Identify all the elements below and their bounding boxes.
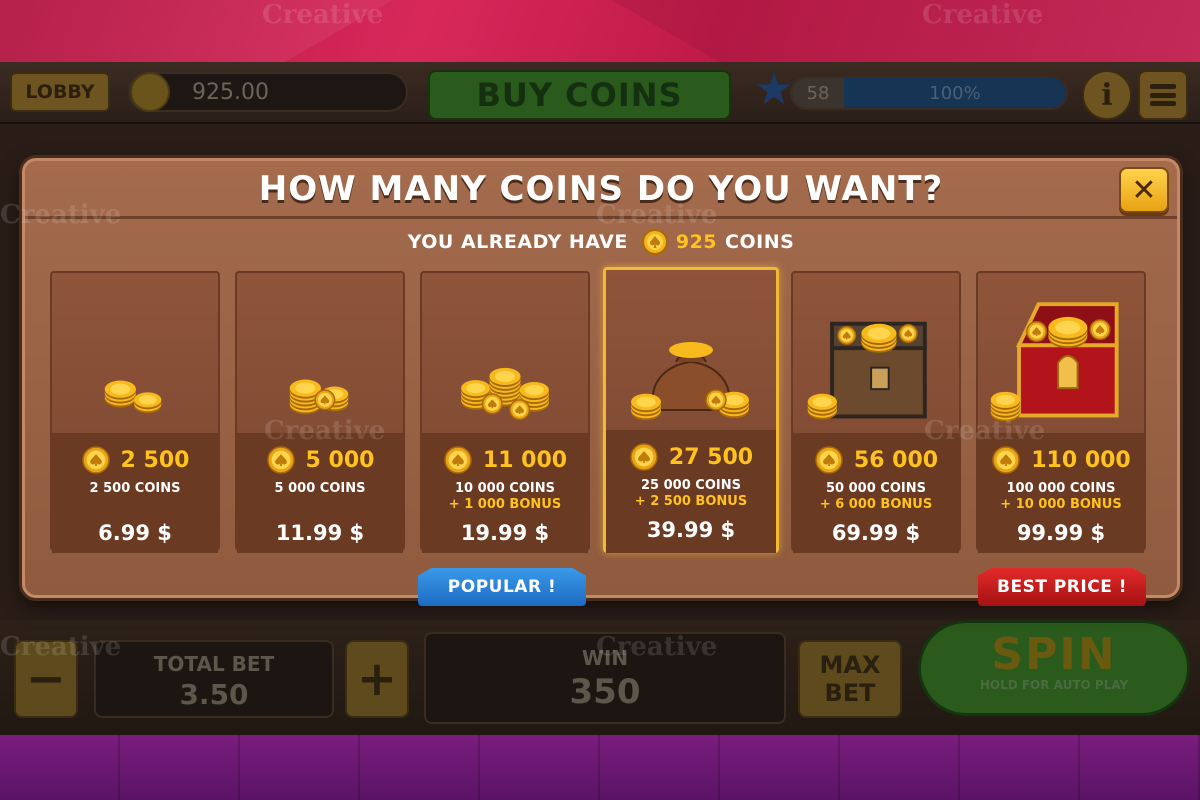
increase-bet-button[interactable]: + xyxy=(345,640,409,718)
coin-pack-1[interactable]: 2 500 2 500 COINS 6.99 $ xyxy=(50,271,220,553)
hamburger-icon-line xyxy=(1150,84,1176,89)
pack-bonus: + 6 000 BONUS xyxy=(819,497,933,512)
pack-coins: 10 000 COINS xyxy=(455,481,555,496)
balance-prefix: YOU ALREADY HAVE xyxy=(407,231,628,253)
pack-amount: 110 000 xyxy=(1031,447,1131,473)
coins-small-icon xyxy=(104,380,162,414)
pack-amount: 56 000 xyxy=(853,447,939,473)
pack-info: 56 000 50 000 COINS + 6 000 BONUS 69.99 … xyxy=(793,433,959,553)
pack-coins: 5 000 COINS xyxy=(274,481,366,496)
info-button[interactable]: i xyxy=(1082,70,1132,120)
pack-total: 110 000 xyxy=(978,445,1144,475)
dialog-title: HOW MANY COINS DO YOU WANT? xyxy=(258,169,944,209)
pack-coins: 25 000 COINS xyxy=(641,478,741,493)
max-bet-label-line2: BET xyxy=(824,679,876,707)
best-price-badge: BEST PRICE ! xyxy=(978,568,1146,606)
coin-icon xyxy=(81,446,110,474)
pack-coins: 50 000 COINS xyxy=(826,481,926,496)
pack-price: 69.99 $ xyxy=(831,521,921,545)
coin-icon xyxy=(630,443,658,471)
wooden-chest-icon xyxy=(807,321,927,420)
coin-icon xyxy=(992,446,1020,474)
hamburger-icon-line xyxy=(1150,92,1176,98)
pack-coins: 2 500 COINS xyxy=(89,481,181,496)
coin-pack-6[interactable]: 110 000 100 000 COINS + 10 000 BONUS 99.… xyxy=(976,271,1146,553)
pack-info: 110 000 100 000 COINS + 10 000 BONUS 99.… xyxy=(978,433,1144,553)
coins-pile-icon xyxy=(461,367,549,421)
background-top xyxy=(0,0,1200,62)
win-label: WIN xyxy=(581,646,629,670)
pack-info: 5 000 5 000 COINS 11.99 $ xyxy=(237,433,403,553)
pack-amount: 2 500 xyxy=(120,447,190,473)
background-floor xyxy=(0,735,1200,800)
pack-total: 27 500 xyxy=(606,442,776,472)
pack-coins: 100 000 COINS xyxy=(1006,481,1116,496)
pack-price: 19.99 $ xyxy=(460,521,550,545)
total-bet-display: TOTAL BET 3.50 xyxy=(94,640,334,718)
pack-price: 39.99 $ xyxy=(646,518,736,542)
level-progress-bar: 58 100% xyxy=(790,76,1068,110)
coin-icon xyxy=(130,72,170,112)
coin-bag-icon xyxy=(631,342,749,421)
spin-label: SPIN xyxy=(991,629,1117,680)
level-progress-label: 100% xyxy=(929,82,981,104)
max-bet-label-line1: MAX xyxy=(819,651,881,679)
buy-coins-button[interactable]: BUY COINS xyxy=(428,70,731,120)
pack-total: 56 000 xyxy=(793,445,959,475)
pack-info: 11 000 10 000 COINS + 1 000 BONUS 19.99 … xyxy=(422,433,588,553)
pack-price: 6.99 $ xyxy=(98,521,172,545)
pack-total: 2 500 xyxy=(52,445,218,475)
level-number: 58 xyxy=(792,78,844,108)
balance-value: 925.00 xyxy=(192,79,269,105)
coin-pack-2[interactable]: 5 000 5 000 COINS 11.99 $ xyxy=(235,271,405,553)
coin-icon xyxy=(444,446,472,474)
dialog-header: HOW MANY COINS DO YOU WANT? ✕ xyxy=(25,161,1177,219)
pack-amount: 11 000 xyxy=(482,447,568,473)
total-bet-label: TOTAL BET xyxy=(153,652,275,676)
pack-bonus: + 2 500 BONUS xyxy=(634,494,748,509)
pack-price: 99.99 $ xyxy=(1016,521,1106,545)
close-button[interactable]: ✕ xyxy=(1119,167,1169,213)
pack-amount: 27 500 xyxy=(668,444,754,470)
coin-pack-5[interactable]: 56 000 50 000 COINS + 6 000 BONUS 69.99 … xyxy=(791,271,961,553)
coin-packs: 2 500 2 500 COINS 6.99 $ 5 000 5 000 COI… xyxy=(50,267,1150,553)
coin-icon xyxy=(815,446,843,474)
buy-coins-dialog: HOW MANY COINS DO YOU WANT? ✕ YOU ALREAD… xyxy=(22,158,1180,598)
pack-info: 27 500 25 000 COINS + 2 500 BONUS 39.99 … xyxy=(606,430,776,553)
pack-bonus: + 1 000 BONUS xyxy=(448,497,562,512)
menu-button[interactable] xyxy=(1138,70,1188,120)
hamburger-icon-line xyxy=(1150,101,1176,106)
spin-button[interactable]: SPIN HOLD FOR AUTO PLAY xyxy=(918,620,1190,716)
balance-amount: 925 xyxy=(675,231,718,253)
total-bet-value: 3.50 xyxy=(179,678,249,711)
max-bet-button[interactable]: MAX BET xyxy=(798,640,902,718)
coins-stack-icon xyxy=(289,379,349,415)
popular-badge: POPULAR ! xyxy=(418,568,586,606)
balance-suffix: COINS xyxy=(725,231,795,253)
coin-icon xyxy=(266,446,295,474)
balance-display: 925.00 xyxy=(128,72,408,112)
coin-pack-3[interactable]: 11 000 10 000 COINS + 1 000 BONUS 19.99 … xyxy=(420,271,590,553)
pack-info: 2 500 2 500 COINS 6.99 $ xyxy=(52,433,218,553)
spin-hint: HOLD FOR AUTO PLAY xyxy=(979,678,1129,692)
pack-total: 5 000 xyxy=(237,445,403,475)
pack-total: 11 000 xyxy=(422,445,588,475)
lobby-button[interactable]: LOBBY xyxy=(10,72,110,112)
coin-pack-4[interactable]: 27 500 25 000 COINS + 2 500 BONUS 39.99 … xyxy=(603,267,779,553)
pack-amount: 5 000 xyxy=(305,447,375,473)
decrease-bet-button[interactable]: − xyxy=(14,640,78,718)
current-balance-line: YOU ALREADY HAVE 925 COINS xyxy=(25,229,1177,255)
pack-price: 11.99 $ xyxy=(275,521,365,545)
coin-icon xyxy=(641,229,668,255)
win-value: 350 xyxy=(569,672,641,712)
red-chest-icon xyxy=(990,302,1119,422)
pack-bonus: + 10 000 BONUS xyxy=(1000,497,1122,512)
win-display: WIN 350 xyxy=(424,632,786,724)
